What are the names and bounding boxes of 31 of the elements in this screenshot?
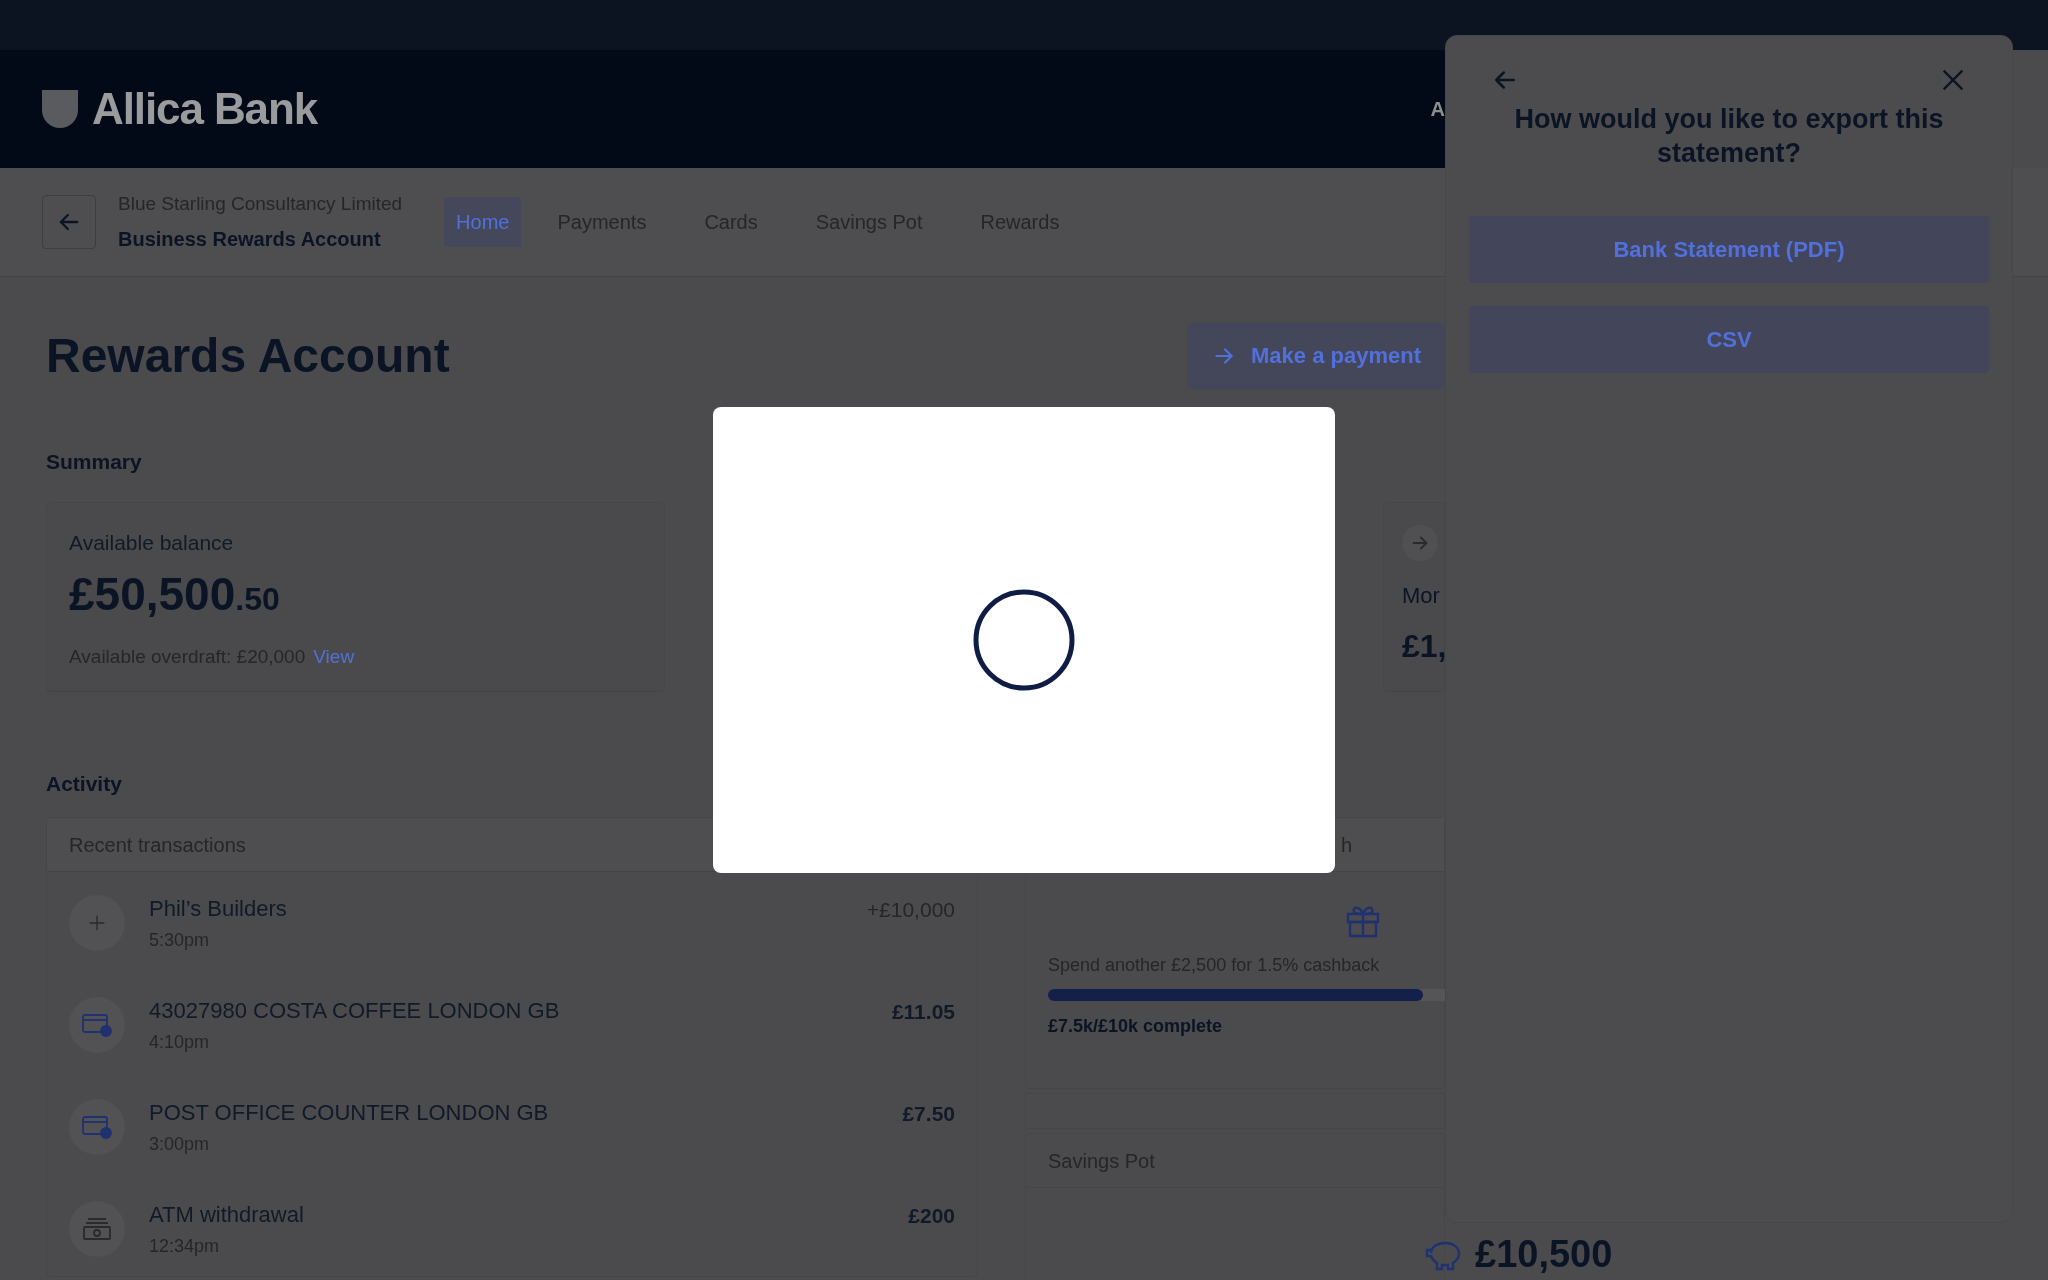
- view-link[interactable]: View: [313, 643, 355, 672]
- transaction-name: Phil’s Builders: [149, 895, 287, 923]
- transaction-name: 43027980 COSTA COFFEE LONDON GB: [149, 997, 560, 1025]
- page-title: Rewards Account: [46, 327, 450, 384]
- balance-amount: £50,500.50: [69, 567, 281, 622]
- card-label: Mor: [1402, 581, 1441, 610]
- balance-label: Available balance: [69, 529, 235, 556]
- transaction-name: ATM withdrawal: [149, 1201, 304, 1229]
- transaction-amount: £7.50: [902, 1101, 955, 1127]
- transaction-amount: £11.05: [891, 999, 955, 1025]
- transaction-name: POST OFFICE COUNTER LONDON GB: [149, 1099, 549, 1127]
- drawer-title: How would you like to export this statement?: [1513, 103, 1945, 170]
- transaction-amount: £200: [908, 1203, 955, 1229]
- nav-link[interactable]: A: [1430, 94, 1445, 124]
- export-option-button[interactable]: CSV: [1469, 306, 1989, 373]
- card-amount: £1,: [1402, 626, 1444, 666]
- shield-logo-icon: [42, 90, 78, 128]
- section-heading: Activity: [46, 770, 123, 797]
- export-option-button[interactable]: Bank Statement (PDF): [1469, 216, 1989, 283]
- back-button[interactable]: [42, 195, 96, 249]
- loading-spinner-icon: [972, 588, 1076, 692]
- account-name: Business Rewards Account: [118, 227, 382, 253]
- nav-tab[interactable]: Home: [444, 197, 522, 247]
- cash-icon: [82, 1216, 112, 1242]
- savings-balance: £10,500: [1475, 1232, 1613, 1277]
- make-payment-button[interactable]: Make a payment: [1187, 322, 1445, 389]
- card-icon: [81, 1114, 113, 1140]
- logo-text: Allica Bank: [92, 83, 318, 135]
- card-icon: [81, 1012, 113, 1038]
- section-heading: Summary: [46, 449, 143, 475]
- progress-label: £7.5k/£10k complete: [1048, 1015, 1224, 1038]
